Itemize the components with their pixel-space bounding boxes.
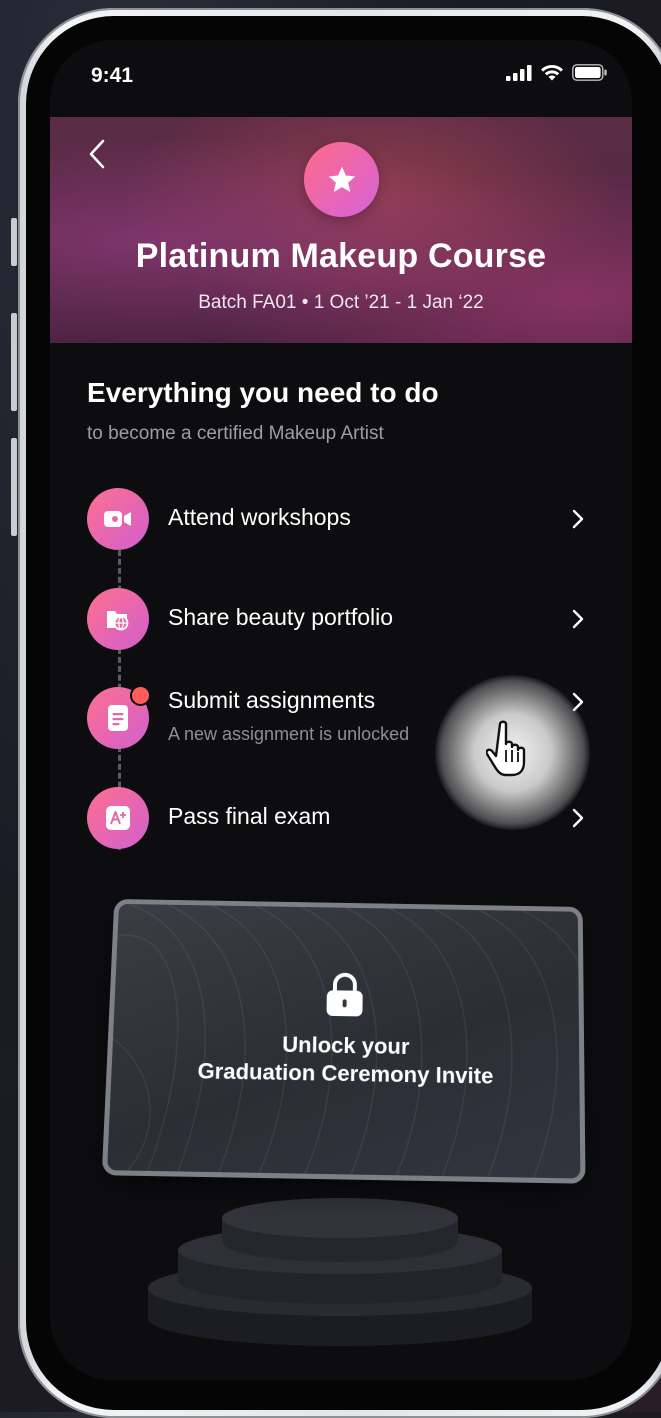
status-time: 9:41 (91, 64, 133, 88)
course-title: Platinum Makeup Course (50, 237, 632, 276)
silent-switch (11, 218, 17, 266)
battery-icon (572, 64, 608, 81)
task-label: Submit assignments (168, 687, 375, 714)
task-label: Pass final exam (168, 803, 330, 830)
task-sublabel: A new assignment is unlocked (168, 724, 409, 745)
task-item-share-portfolio[interactable]: Share beauty portfolio (50, 588, 632, 650)
document-icon (106, 704, 130, 732)
status-bar: 9:41 (50, 40, 632, 117)
task-label: Share beauty portfolio (168, 604, 393, 631)
cellular-signal-icon (506, 65, 532, 81)
chevron-right-icon (570, 607, 586, 631)
task-icon-badge (87, 787, 149, 849)
graduation-invite-card[interactable]: Unlock your Graduation Ceremony Invite (102, 899, 586, 1184)
grade-a-plus-icon (105, 805, 131, 831)
back-arrow-icon[interactable] (84, 137, 110, 171)
course-header: Platinum Makeup Course Batch FA01 • 1 Oc… (50, 117, 632, 343)
hand-pointer-icon (486, 720, 532, 778)
section-subtitle: to become a certified Makeup Artist (87, 423, 384, 445)
task-icon-badge (87, 588, 149, 650)
podium-illustration (140, 1190, 540, 1350)
notification-dot (130, 685, 151, 706)
task-icon-badge (87, 488, 149, 550)
task-item-attend-workshops[interactable]: Attend workshops (50, 488, 632, 550)
status-icons (506, 64, 608, 81)
chevron-right-icon (570, 507, 586, 531)
lock-icon (324, 972, 365, 1018)
batch-info: Batch FA01 • 1 Oct ’21 - 1 Jan ‘22 (50, 292, 632, 314)
volume-up-button (11, 313, 17, 411)
wifi-icon (540, 64, 564, 81)
task-label: Attend workshops (168, 504, 351, 531)
portfolio-globe-icon (104, 605, 132, 633)
app-screen: 9:41 Platinum Makeup Course Batch FA01 •… (50, 40, 632, 1380)
section-title: Everything you need to do (87, 377, 439, 409)
phone-frame: 9:41 Platinum Makeup Course Batch FA01 •… (18, 8, 661, 1418)
star-icon (326, 164, 358, 196)
course-badge (304, 142, 379, 217)
video-camera-icon (103, 509, 133, 529)
volume-down-button (11, 438, 17, 536)
chevron-right-icon (570, 806, 586, 830)
